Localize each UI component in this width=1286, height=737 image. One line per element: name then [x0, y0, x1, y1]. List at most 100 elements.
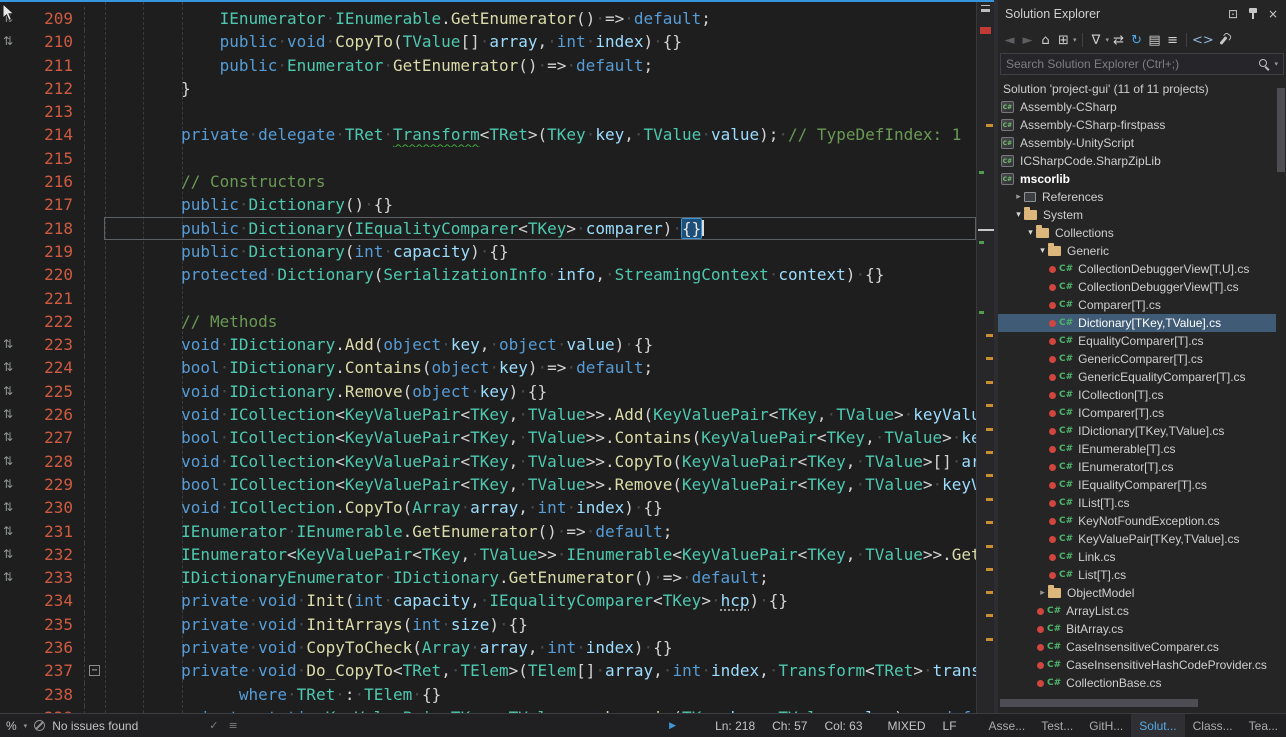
back-button[interactable]: ◄ — [1001, 31, 1018, 49]
tree-item[interactable]: C#ICollection[T].cs — [998, 386, 1276, 404]
tree-item[interactable]: C#Link.cs — [998, 548, 1276, 566]
collapse-all-icon[interactable]: ≡ — [1164, 31, 1181, 49]
tree-item[interactable]: C#Assembly-CSharp — [998, 98, 1276, 116]
tool-window-tab[interactable]: Tea... — [1241, 714, 1286, 737]
panel-horizontal-scrollbar[interactable] — [1000, 699, 1264, 707]
editor-scrollbar[interactable] — [976, 0, 994, 713]
tree-item[interactable]: C#CaseInsensitiveComparer.cs — [998, 638, 1276, 656]
code-line[interactable]: 237− private·void·Do_CopyTo<TRet,·TElem>… — [0, 659, 976, 682]
code-line[interactable]: 235 private·void·InitArrays(int·size)·{} — [0, 613, 976, 636]
chevron-expanded-icon[interactable]: ▾ — [1037, 246, 1048, 256]
code-line[interactable]: 215 — [0, 147, 976, 170]
scrollbar-thumb[interactable] — [1000, 699, 1198, 707]
forward-button[interactable]: ► — [1019, 31, 1036, 49]
code-line[interactable]: ⇅228 void·ICollection<KeyValuePair<TKey,… — [0, 450, 976, 473]
tree-item[interactable]: C#EqualityComparer[T].cs — [998, 332, 1276, 350]
zoom-caret-icon[interactable]: ▾ — [24, 722, 28, 730]
show-all-files-button[interactable]: ▤ — [1146, 31, 1163, 49]
properties-icon[interactable] — [1215, 31, 1232, 49]
reference-arrows-icon[interactable]: ⇅ — [3, 34, 13, 48]
code-line[interactable]: 211 public·Enumerator·GetEnumerator()·=>… — [0, 54, 976, 77]
code-line[interactable]: ⇅232 IEnumerator<KeyValuePair<TKey,·TVal… — [0, 543, 976, 566]
tree-item[interactable]: C#GenericComparer[T].cs — [998, 350, 1276, 368]
chevron-expanded-icon[interactable]: ▾ — [1025, 228, 1036, 238]
tree-item[interactable]: C#GenericEqualityComparer[T].cs — [998, 368, 1276, 386]
reference-arrows-icon[interactable]: ⇅ — [3, 430, 13, 444]
tree-item[interactable]: C#IEqualityComparer[T].cs — [998, 476, 1276, 494]
line-indicator[interactable]: Ln: 218 — [715, 719, 755, 733]
home-button[interactable]: ⌂ — [1037, 31, 1054, 49]
tool-window-tab[interactable]: Test... — [1033, 714, 1081, 737]
code-line[interactable]: 220 protected·Dictionary(SerializationIn… — [0, 263, 976, 286]
line-ending-indicator[interactable]: LF — [943, 719, 957, 733]
forward-icon[interactable]: ► — [1019, 31, 1036, 49]
view-code-button[interactable]: <> — [1192, 31, 1214, 49]
fold-collapse-icon[interactable]: − — [89, 665, 100, 676]
code-line[interactable]: ⇅229 bool·ICollection<KeyValuePair<TKey,… — [0, 473, 976, 496]
issues-message[interactable]: No issues found — [52, 719, 138, 733]
code-line[interactable]: 234 private·void·Init(int·capacity,·IEqu… — [0, 589, 976, 612]
code-line[interactable]: 239 private·static·KeyValuePair<TKey,·TV… — [0, 706, 976, 713]
reference-arrows-icon[interactable]: ⇅ — [3, 407, 13, 421]
reference-arrows-icon[interactable]: ⇅ — [3, 547, 13, 561]
tree-item[interactable]: ▸ObjectModel — [998, 584, 1276, 602]
code-line[interactable]: 216 // Constructors — [0, 170, 976, 193]
code-line[interactable]: 236 private·void·CopyToCheck(Array·array… — [0, 636, 976, 659]
reference-arrows-icon[interactable]: ⇅ — [3, 454, 13, 468]
code-line[interactable]: 218 public·Dictionary(IEqualityComparer<… — [0, 217, 976, 240]
pin-icon[interactable] — [1244, 5, 1262, 23]
tree-item[interactable]: ▾Generic — [998, 242, 1276, 260]
code-editor[interactable]: ⇅209 IEnumerator·IEnumerable.GetEnumerat… — [0, 0, 994, 713]
home-icon[interactable]: ⌂ — [1037, 31, 1054, 49]
refresh-button[interactable]: ↻ — [1128, 31, 1145, 49]
code-line[interactable]: ⇅210 public·void·CopyTo(TValue[]·array,·… — [0, 30, 976, 53]
tree-item[interactable]: C#CollectionBase.cs — [998, 674, 1276, 692]
refresh-icon[interactable]: ↻ — [1128, 31, 1145, 49]
reference-arrows-icon[interactable]: ⇅ — [3, 524, 13, 538]
chevron-expanded-icon[interactable]: ▾ — [1013, 210, 1024, 220]
tree-item[interactable]: ▾System — [998, 206, 1276, 224]
code-line[interactable]: 238 where·TRet·:·TElem·{} — [0, 683, 976, 706]
char-indicator[interactable]: Ch: 57 — [772, 719, 807, 733]
collapse-all-button[interactable]: ≡ — [1164, 31, 1181, 49]
tree-item[interactable]: C#KeyValuePair[TKey,TValue].cs — [998, 530, 1276, 548]
tree-item[interactable]: C#KeyNotFoundException.cs — [998, 512, 1276, 530]
code-line[interactable]: ⇅231 IEnumerator·IEnumerable.GetEnumerat… — [0, 520, 976, 543]
code-line[interactable]: ⇅224 bool·IDictionary.Contains(object·ke… — [0, 356, 976, 379]
code-line[interactable]: ⇅230 void·ICollection.CopyTo(Array·array… — [0, 496, 976, 519]
caret-browse-icon[interactable]: ▶ — [669, 721, 676, 731]
tree-item[interactable]: C#IDictionary[TKey,TValue].cs — [998, 422, 1276, 440]
tree-item[interactable]: C#IEnumerator[T].cs — [998, 458, 1276, 476]
panel-vertical-scrollbar[interactable] — [1277, 82, 1285, 693]
dropdown-caret-icon[interactable]: ▾ — [1106, 36, 1110, 44]
reference-arrows-icon[interactable]: ⇅ — [3, 570, 13, 584]
code-line[interactable]: 214 private·delegate·TRet·Transform<TRet… — [0, 123, 976, 146]
tree-item[interactable]: C#Dictionary[TKey,TValue].cs — [998, 314, 1276, 332]
filter-icon[interactable]: ∇ — [1088, 31, 1105, 49]
tree-item[interactable]: C#IList[T].cs — [998, 494, 1276, 512]
reference-arrows-icon[interactable]: ⇅ — [3, 384, 13, 398]
code-line[interactable]: 213 — [0, 100, 976, 123]
zoom-control[interactable]: % — [6, 719, 17, 733]
dropdown-caret-icon[interactable]: ▾ — [1073, 36, 1077, 44]
code-line[interactable]: 217 public·Dictionary()·{} — [0, 193, 976, 216]
back-icon[interactable]: ◄ — [1001, 31, 1018, 49]
tree-item[interactable]: ▸References — [998, 188, 1276, 206]
tree-item[interactable]: C#Assembly-UnityScript — [998, 134, 1276, 152]
code-line[interactable]: 219 public·Dictionary(int·capacity)·{} — [0, 240, 976, 263]
check-icon[interactable]: ✓ — [209, 719, 218, 732]
tree-item[interactable]: Solution 'project-gui' (11 of 11 project… — [998, 80, 1276, 98]
tree-item[interactable]: C#ICSharpCode.SharpZipLib — [998, 152, 1276, 170]
tool-window-tab[interactable]: Asse... — [981, 714, 1034, 737]
split-editor-handle[interactable] — [981, 5, 990, 9]
tree-item[interactable]: C#mscorlib — [998, 170, 1276, 188]
code-line[interactable]: ⇅209 IEnumerator·IEnumerable.GetEnumerat… — [0, 7, 976, 30]
tree-item[interactable]: C#Assembly-CSharp-firstpass — [998, 116, 1276, 134]
tree-item[interactable]: C#IEnumerable[T].cs — [998, 440, 1276, 458]
close-icon[interactable]: × — [1264, 5, 1282, 23]
tree-item[interactable]: C#Comparer[T].cs — [998, 296, 1276, 314]
show-all-files-icon[interactable]: ▤ — [1146, 31, 1163, 49]
search-input[interactable]: Search Solution Explorer (Ctrl+;) ▾ — [1000, 53, 1284, 75]
tree-item[interactable]: C#List[T].cs — [998, 566, 1276, 584]
tool-window-tab[interactable]: GitH... — [1081, 714, 1131, 737]
